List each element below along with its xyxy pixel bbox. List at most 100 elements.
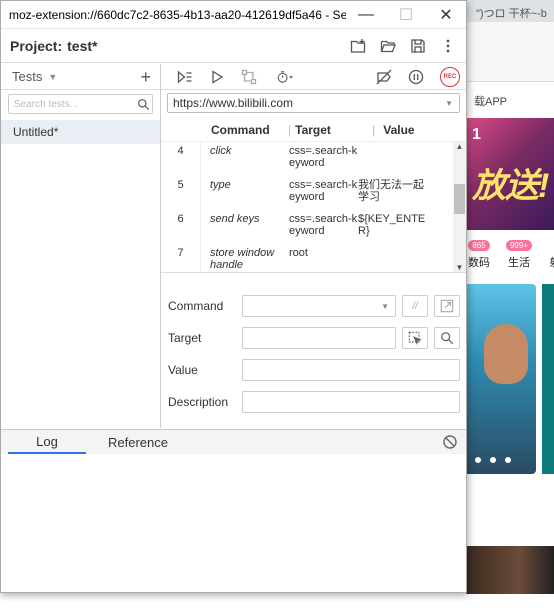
bottom-tabs: Log Reference (1, 430, 466, 454)
project-bar: Project: test* (1, 29, 466, 63)
new-project-icon[interactable] (346, 34, 370, 58)
table-header: Command | Target | Value (161, 118, 466, 142)
carousel-dot[interactable] (505, 457, 511, 463)
disable-breakpoints-icon[interactable] (368, 66, 400, 88)
project-name[interactable]: test* (67, 38, 97, 54)
target-input[interactable] (242, 327, 396, 349)
window-title: moz-extension://660dc7c2-8635-4b13-aa20-… (9, 7, 346, 22)
comment-icon: // (412, 300, 418, 312)
table-row[interactable]: 4 click css=.search-keyword (161, 142, 452, 176)
chevron-down-icon[interactable]: ▼ (381, 302, 389, 311)
description-label: Description (168, 395, 229, 409)
tests-dropdown[interactable]: Tests (12, 69, 42, 84)
add-test-button[interactable]: + (140, 68, 151, 86)
open-external-icon (440, 299, 454, 313)
toolbar-right: REC (368, 66, 466, 88)
tab-reference[interactable]: Reference (90, 430, 186, 454)
find-target-button[interactable] (434, 327, 460, 349)
secondary-video-thumbnail[interactable] (542, 284, 554, 474)
maximize-button[interactable]: ☐ (386, 1, 426, 29)
target-selector-icon (408, 331, 422, 345)
category-label: 生活 (508, 257, 530, 269)
category-third[interactable]: 射 (544, 240, 554, 270)
run-test-icon[interactable] (201, 66, 233, 88)
tab-log[interactable]: Log (8, 430, 86, 454)
row-target: css=.search-keyword (289, 213, 358, 237)
bottom-panel: Log Reference (1, 429, 466, 594)
background-footer (466, 594, 554, 608)
value-label: Value (168, 363, 198, 377)
table-row[interactable]: 5 type css=.search-keyword 我们无法一起学习 (161, 176, 452, 210)
person-image (484, 324, 528, 384)
background-tab-title[interactable]: ")つロ 干杯~-b (476, 5, 547, 21)
more-options-icon[interactable] (436, 34, 460, 58)
open-project-icon[interactable] (376, 34, 400, 58)
base-url-row: https://www.bilibili.com ▼ (161, 90, 466, 116)
title-bar[interactable]: moz-extension://660dc7c2-8635-4b13-aa20-… (1, 1, 466, 29)
carousel-dot[interactable] (475, 457, 481, 463)
base-url-field[interactable]: https://www.bilibili.com ▼ (167, 93, 460, 113)
column-header-value: Value (383, 122, 415, 137)
comment-toggle-button[interactable]: // (402, 295, 428, 317)
selenium-ide-window: moz-extension://660dc7c2-8635-4b13-aa20-… (0, 0, 467, 593)
row-target: css=.search-keyword (289, 179, 358, 203)
row-command: store window handle (210, 247, 275, 271)
banner-number: 1 (472, 126, 481, 143)
chevron-down-icon[interactable]: ▼ (48, 72, 57, 82)
command-label: Command (168, 299, 224, 313)
column-separator: | (372, 122, 376, 137)
description-row: Description (161, 386, 466, 418)
speed-timer-icon[interactable] (265, 66, 305, 88)
featured-video-thumbnail[interactable] (466, 284, 536, 474)
carousel-dot[interactable] (490, 457, 496, 463)
chevron-down-icon[interactable]: ▼ (445, 99, 453, 108)
scroll-up-icon[interactable]: ▲ (453, 142, 466, 151)
minimize-button[interactable]: — (346, 1, 386, 29)
scrollbar-thumb[interactable] (454, 184, 465, 214)
carousel-dots[interactable] (466, 452, 536, 466)
command-select[interactable]: ▼ (242, 295, 396, 317)
background-toolbar (466, 22, 554, 82)
promo-banner[interactable]: 1 放送! (466, 118, 554, 230)
value-input[interactable] (242, 359, 460, 381)
row-number: 4 (161, 142, 201, 176)
background-tab-strip: ")つロ 干杯~-b (466, 0, 554, 22)
category-digital[interactable]: 865 数码 (468, 240, 490, 270)
save-project-icon[interactable] (406, 34, 430, 58)
banner-text: 放送! (472, 167, 549, 205)
run-all-tests-icon[interactable] (169, 66, 201, 88)
column-header-command: Command (211, 122, 270, 137)
row-command: send keys (210, 213, 260, 225)
table-row[interactable]: 6 send keys css=.search-keyword ${KEY_EN… (161, 210, 452, 244)
row-number: 5 (161, 176, 201, 210)
category-label: 数码 (468, 257, 490, 269)
table-scrollbar[interactable]: ▲ ▼ (453, 142, 466, 272)
main-area: Tests ▼ + Untitled* (1, 64, 466, 428)
record-button[interactable]: REC (440, 66, 460, 87)
video-thumbnail[interactable] (466, 546, 554, 594)
step-over-icon[interactable] (233, 66, 265, 88)
search-tests-input[interactable] (14, 98, 134, 110)
description-input[interactable] (242, 391, 460, 413)
table-row[interactable]: 7 store window handle root (161, 244, 452, 272)
open-reference-button[interactable] (434, 295, 460, 317)
clear-log-icon[interactable] (442, 434, 458, 450)
pause-icon[interactable] (400, 66, 432, 88)
category-life[interactable]: 999+ 生活 (506, 240, 532, 270)
row-value (358, 142, 428, 176)
download-app-link[interactable]: 载APP (474, 93, 507, 109)
row-value (358, 244, 428, 272)
search-tests-box[interactable] (8, 94, 153, 114)
target-label: Target (168, 331, 202, 345)
row-command: type (210, 179, 231, 191)
category-badge: 865 (468, 240, 490, 251)
test-item-untitled[interactable]: Untitled* (1, 120, 160, 144)
scroll-down-icon[interactable]: ▼ (453, 263, 466, 272)
test-editor: REC https://www.bilibili.com ▼ Command |… (161, 64, 466, 428)
row-value: ${KEY_ENTER} (358, 213, 426, 237)
value-row: Value (161, 354, 466, 386)
search-icon[interactable] (134, 98, 152, 111)
row-value: 我们无法一起学习 (358, 179, 424, 203)
select-target-button[interactable] (402, 327, 428, 349)
close-button[interactable]: ✕ (426, 1, 466, 29)
